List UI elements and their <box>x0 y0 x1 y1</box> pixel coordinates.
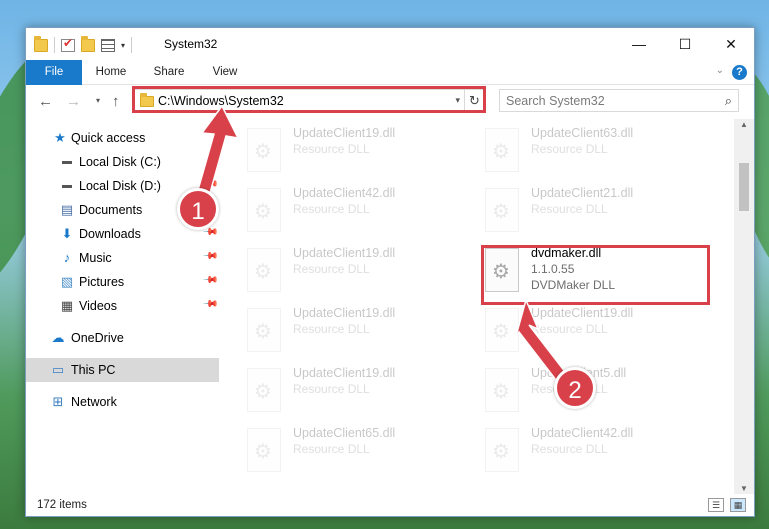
step-1-callout: 1 <box>177 188 219 230</box>
step-2-callout: 2 <box>554 367 596 409</box>
file-explorer-window: ▾ System32 — ☐ ✕ File Home Share View ⌄ … <box>25 27 755 517</box>
arrow-1 <box>197 104 240 194</box>
arrow-2 <box>513 297 568 382</box>
annotation-arrows <box>197 104 568 382</box>
